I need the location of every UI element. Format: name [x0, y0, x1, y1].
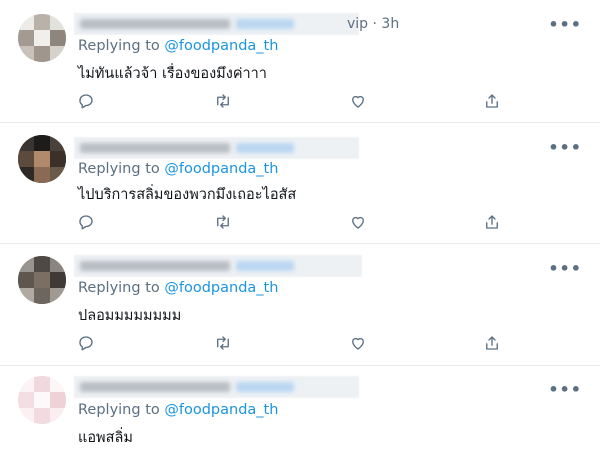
tweet-item[interactable]: ••• Replying to @foodpanda_th แอพสลิ่ม: [0, 366, 600, 457]
redacted-user-name[interactable]: [74, 13, 359, 35]
reply-handle-link[interactable]: @foodpanda_th: [164, 280, 278, 296]
tweet-item[interactable]: vip · 3h ••• Replying to @foodpanda_th ไ…: [0, 0, 600, 123]
reply-button[interactable]: [77, 334, 97, 354]
avatar[interactable]: [18, 14, 66, 62]
replying-prefix: Replying to: [78, 280, 160, 296]
like-button[interactable]: [349, 334, 369, 354]
more-options-icon[interactable]: •••: [548, 259, 582, 278]
heart-icon: [352, 216, 364, 229]
replying-prefix: Replying to: [78, 161, 160, 177]
retweet-button[interactable]: [214, 92, 234, 112]
tweet-actions: [74, 334, 514, 354]
retweet-icon: [217, 215, 229, 229]
replying-to: Replying to @foodpanda_th: [78, 280, 278, 296]
reply-handle-link[interactable]: @foodpanda_th: [164, 161, 278, 177]
replying-to: Replying to @foodpanda_th: [78, 161, 278, 177]
heart-icon: [352, 337, 364, 350]
tweet-item[interactable]: ••• Replying to @foodpanda_th ไปบริการสล…: [0, 123, 600, 244]
tweet-text: ปลอมมมมมมมม: [78, 308, 182, 324]
replying-prefix: Replying to: [78, 38, 160, 54]
tweet-text: ไปบริการสลิ่มของพวกมึงเถอะไอสัส: [78, 187, 297, 203]
avatar[interactable]: [18, 256, 66, 304]
retweet-icon: [217, 94, 229, 108]
redacted-user-name[interactable]: [74, 376, 359, 398]
more-options-icon[interactable]: •••: [548, 380, 582, 399]
heart-icon: [352, 95, 364, 108]
avatar[interactable]: [18, 135, 66, 183]
redacted-user-name[interactable]: [74, 255, 362, 277]
share-icon: [486, 215, 498, 229]
replying-to: Replying to @foodpanda_th: [78, 402, 278, 418]
reply-handle-link[interactable]: @foodpanda_th: [164, 38, 278, 54]
avatar[interactable]: [18, 376, 66, 424]
like-button[interactable]: [349, 213, 369, 233]
reply-icon: [79, 215, 93, 230]
reply-button[interactable]: [77, 92, 97, 112]
replying-to: Replying to @foodpanda_th: [78, 38, 278, 54]
tweet-actions: [74, 213, 514, 233]
tweet-item[interactable]: ••• Replying to @foodpanda_th ปลอมมมมมมม…: [0, 244, 600, 366]
more-options-icon[interactable]: •••: [548, 15, 582, 34]
redacted-user-name[interactable]: [74, 137, 359, 159]
share-button[interactable]: [483, 334, 503, 354]
retweet-icon: [217, 336, 229, 350]
retweet-button[interactable]: [214, 213, 234, 233]
replying-prefix: Replying to: [78, 402, 160, 418]
tweet-meta: vip · 3h: [347, 16, 400, 32]
like-button[interactable]: [349, 92, 369, 112]
share-icon: [486, 336, 498, 350]
reply-icon: [79, 94, 93, 109]
reply-button[interactable]: [77, 213, 97, 233]
share-icon: [486, 94, 498, 108]
retweet-button[interactable]: [214, 334, 234, 354]
tweet-text: แอพสลิ่ม: [78, 430, 133, 446]
reply-icon: [79, 336, 93, 351]
tweet-actions: [74, 92, 514, 112]
share-button[interactable]: [483, 213, 503, 233]
share-button[interactable]: [483, 92, 503, 112]
more-options-icon[interactable]: •••: [548, 138, 582, 157]
tweet-text: ไม่ทันแล้วจ้า เรื่องของมึงค่าาา: [78, 66, 267, 82]
reply-handle-link[interactable]: @foodpanda_th: [164, 402, 278, 418]
